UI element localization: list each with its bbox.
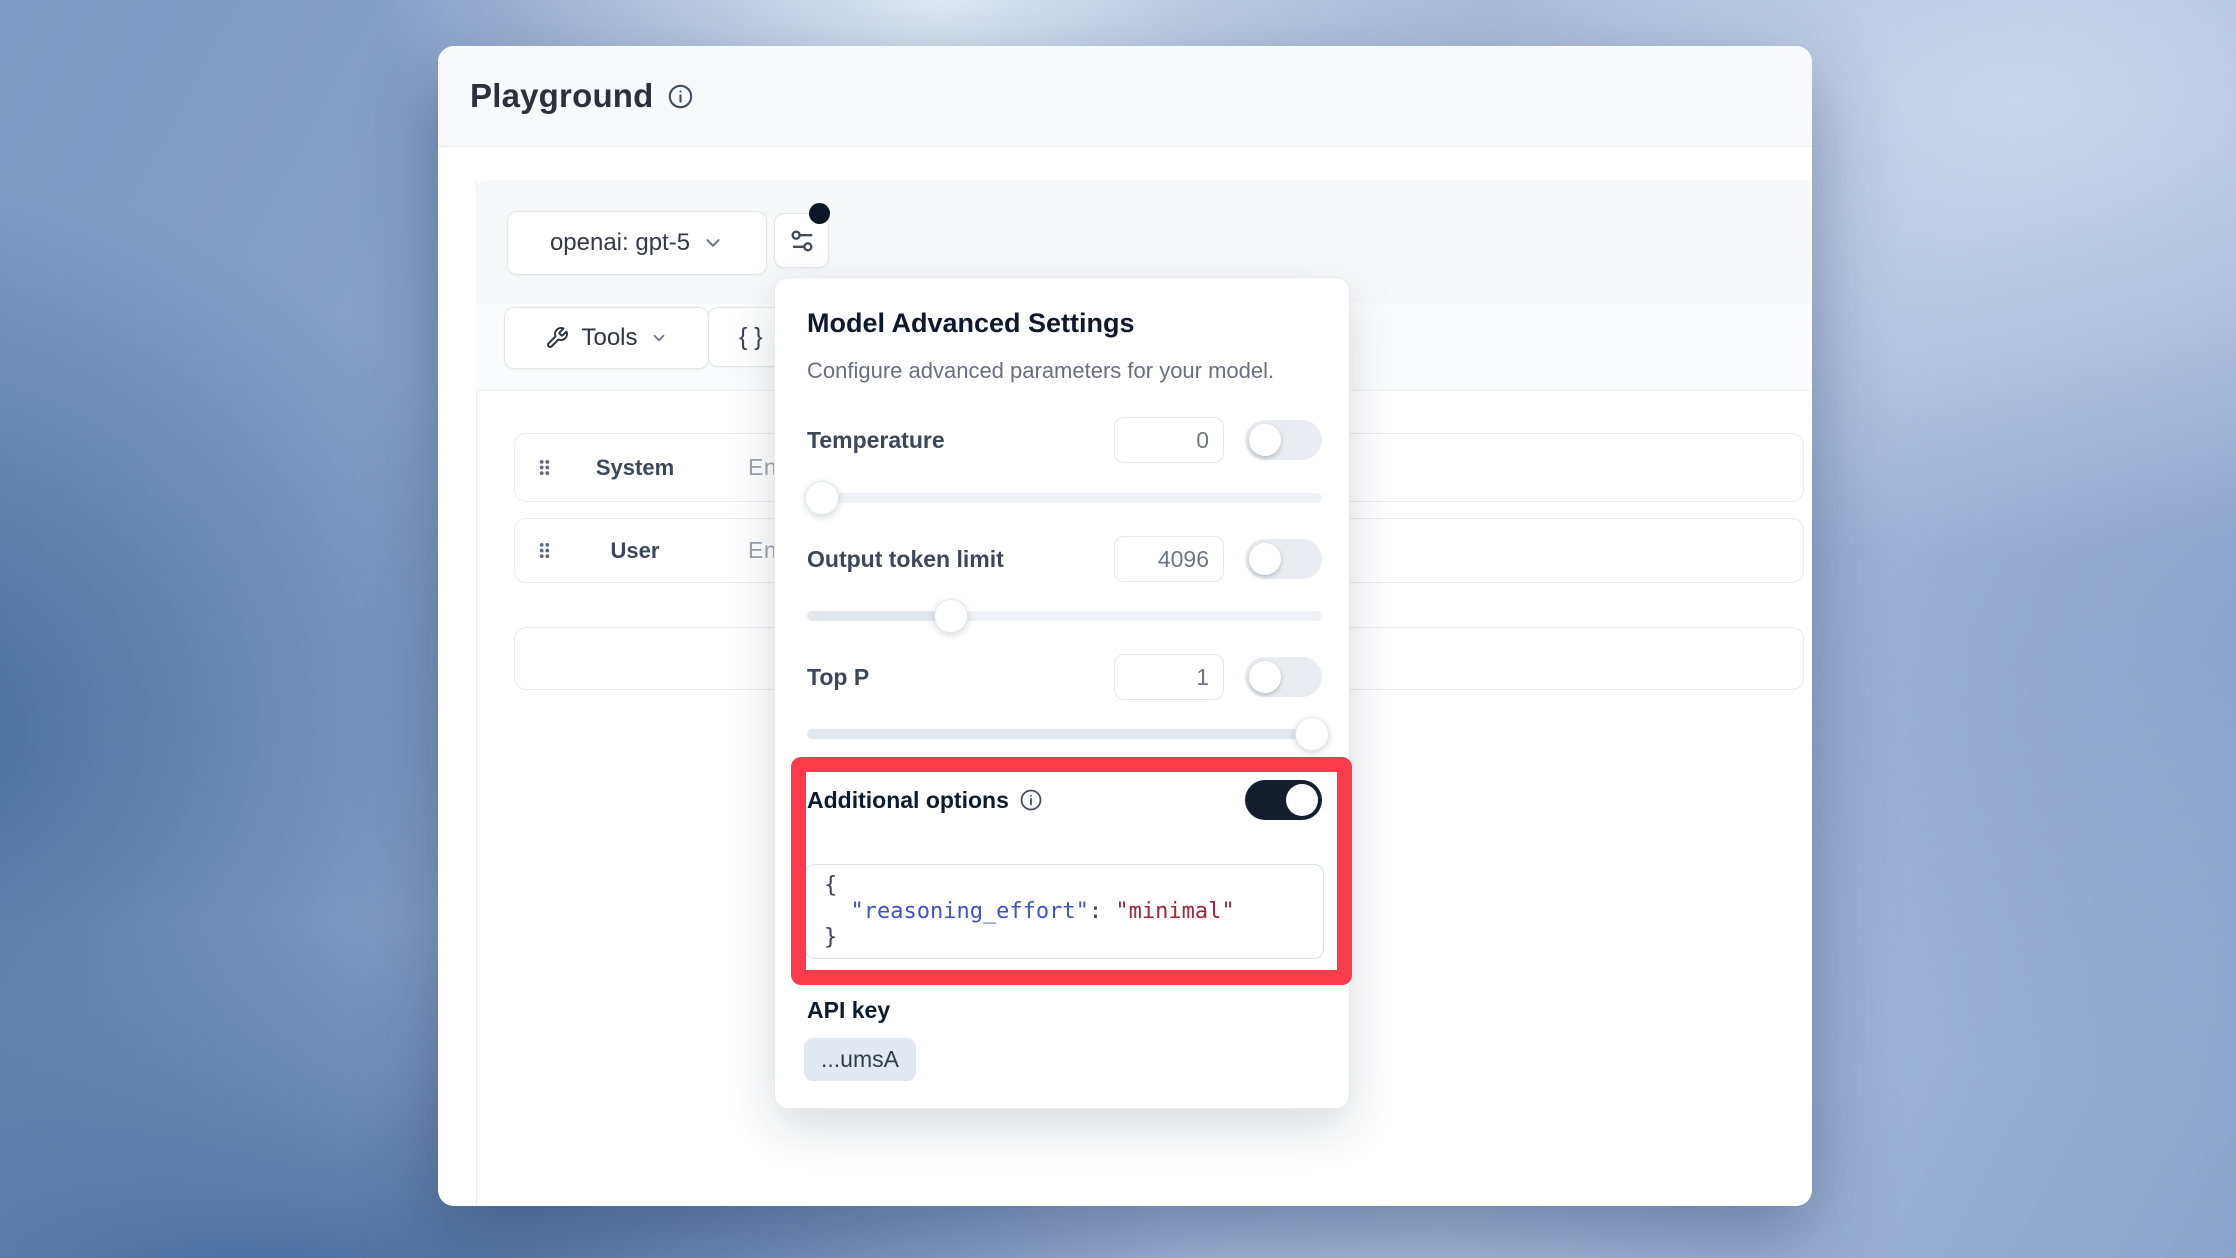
output-token-limit-toggle[interactable] [1245, 539, 1322, 579]
model-selector-button[interactable]: openai: gpt-5 [507, 211, 767, 275]
output-token-limit-slider[interactable] [807, 599, 1322, 633]
slider-track [807, 493, 1322, 503]
temperature-input[interactable] [1114, 417, 1224, 463]
braces-label: { } [739, 323, 763, 352]
toggle-knob [1249, 543, 1281, 575]
code-colon: : [1089, 899, 1116, 924]
api-key-badge[interactable]: ...umsA [804, 1038, 916, 1081]
additional-options-row: Additional options [807, 777, 1322, 823]
wrench-icon [545, 326, 569, 350]
param-row-temperature: Temperature [807, 417, 1322, 463]
api-key-label: API key [807, 997, 890, 1024]
page-title: Playground [470, 77, 654, 115]
top-p-toggle[interactable] [1245, 657, 1322, 697]
info-icon[interactable] [667, 83, 694, 110]
toggle-knob [1286, 784, 1318, 816]
chevron-down-icon [702, 232, 724, 254]
tools-button[interactable]: Tools [504, 307, 709, 369]
info-icon[interactable] [1019, 788, 1043, 812]
top-p-slider[interactable] [807, 717, 1322, 751]
popover-subtitle: Configure advanced parameters for your m… [807, 358, 1274, 384]
temperature-toggle[interactable] [1245, 420, 1322, 460]
code-key: "reasoning_effort" [824, 899, 1089, 924]
json-options-editor[interactable]: { "reasoning_effort": "minimal" } [805, 864, 1324, 959]
param-label: Output token limit [807, 536, 1004, 582]
role-label: System [580, 455, 690, 481]
notification-dot [809, 203, 830, 224]
code-line: } [824, 925, 837, 950]
app-card: Playground openai: gpt-5 Tools { } [438, 46, 1812, 1206]
slider-knob[interactable] [934, 599, 968, 633]
drag-handle-icon[interactable] [537, 457, 552, 478]
slider-knob[interactable] [1295, 717, 1329, 751]
code-line: { [824, 873, 837, 898]
slider-knob[interactable] [805, 481, 839, 515]
additional-options-toggle[interactable] [1245, 780, 1322, 820]
role-label: User [580, 538, 690, 564]
drag-handle-icon[interactable] [537, 540, 552, 561]
sliders-icon [788, 227, 816, 255]
page-header: Playground [438, 46, 1812, 147]
top-p-input[interactable] [1114, 654, 1224, 700]
temperature-slider[interactable] [807, 481, 1322, 515]
popover-title: Model Advanced Settings [807, 308, 1135, 339]
model-selector-label: openai: gpt-5 [550, 229, 690, 257]
additional-options-label: Additional options [807, 777, 1043, 823]
toggle-knob [1249, 661, 1281, 693]
param-label: Top P [807, 654, 869, 700]
chevron-down-icon [650, 329, 668, 347]
output-token-limit-input[interactable] [1114, 536, 1224, 582]
param-label: Temperature [807, 417, 945, 463]
advanced-settings-popover: Model Advanced Settings Configure advanc… [774, 277, 1350, 1109]
tools-label: Tools [581, 324, 637, 352]
additional-options-text: Additional options [807, 777, 1009, 823]
param-row-top-p: Top P [807, 654, 1322, 700]
slider-fill [807, 729, 1312, 739]
toggle-knob [1249, 424, 1281, 456]
code-value: "minimal" [1115, 899, 1234, 924]
param-row-output-token-limit: Output token limit [807, 536, 1322, 582]
slider-fill [807, 611, 951, 621]
